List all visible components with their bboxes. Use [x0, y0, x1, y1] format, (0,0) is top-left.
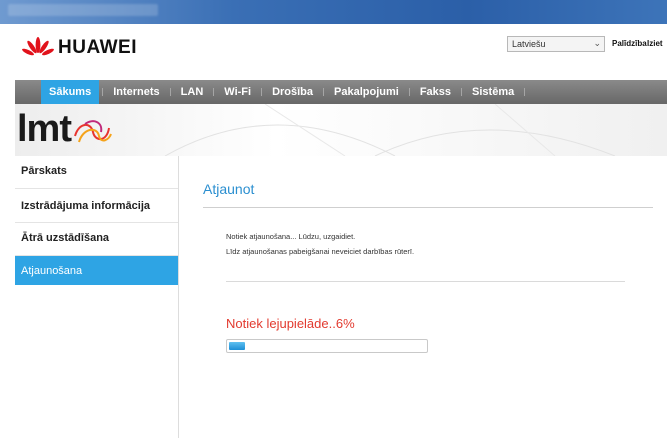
nav-tab-fax[interactable]: Fakss: [413, 80, 458, 104]
nav-divider: [261, 88, 263, 96]
sidebar-divider: [15, 188, 178, 189]
nav-tab-internet[interactable]: Internets: [106, 80, 166, 104]
download-status: Notiek lejupielāde..6%: [226, 316, 355, 331]
download-progress-bar: [226, 339, 428, 353]
main-nav: Sākums Internets LAN Wi-Fi Drošība Pakal…: [15, 80, 667, 104]
sidebar-item-update[interactable]: Atjaunošana: [15, 256, 178, 285]
nav-divider: [524, 88, 526, 96]
browser-titlebar: [0, 0, 667, 24]
section-divider: [226, 281, 625, 282]
lmt-ribbon-logo-icon: [74, 120, 112, 143]
exit-link[interactable]: Iziet: [647, 39, 663, 48]
main-content: Atjaunot Notiek atjaunošana... Lūdzu, uz…: [178, 156, 667, 438]
header: HUAWEI Latviešu ⌄ Palīdzība Iziet: [0, 24, 667, 72]
nav-tab-services[interactable]: Pakalpojumi: [327, 80, 406, 104]
language-selected-value: Latviešu: [512, 39, 546, 49]
sidebar: Pārskats Izstrādājuma informācija Ātrā u…: [15, 156, 179, 438]
nav-tab-lan[interactable]: LAN: [174, 80, 211, 104]
huawei-petal-logo-icon: [22, 37, 54, 56]
nav-divider: [408, 88, 410, 96]
chevron-down-icon: ⌄: [593, 38, 601, 48]
nav-divider: [169, 88, 171, 96]
update-message: Notiek atjaunošana... Lūdzu, uzgaidiet.: [226, 232, 356, 241]
nav-divider: [461, 88, 463, 96]
sidebar-item-quick-setup[interactable]: Ātrā uzstādīšana: [15, 223, 178, 253]
sidebar-item-product-info[interactable]: Izstrādājuma informācija: [15, 191, 178, 221]
page-title: Atjaunot: [203, 181, 255, 197]
nav-tab-home[interactable]: Sākums: [41, 80, 100, 104]
nav-divider: [102, 88, 104, 96]
lmt-logo-text: lmt: [17, 108, 72, 150]
help-link[interactable]: Palīdzība: [612, 39, 647, 48]
operator-banner: lmt: [15, 104, 667, 156]
progress-fill: [229, 342, 245, 350]
title-divider: [203, 207, 653, 208]
brand-name: HUAWEI: [58, 37, 137, 58]
nav-divider: [323, 88, 325, 96]
huawei-logo[interactable]: HUAWEI: [22, 36, 137, 60]
nav-divider: [213, 88, 215, 96]
nav-tab-security[interactable]: Drošība: [265, 80, 320, 104]
nav-tab-system[interactable]: Sistēma: [465, 80, 521, 104]
update-warning: Līdz atjaunošanas pabeigšanai neveiciet …: [226, 247, 415, 256]
sidebar-item-overview[interactable]: Pārskats: [15, 156, 178, 186]
language-select[interactable]: Latviešu ⌄: [507, 36, 605, 52]
nav-tab-wifi[interactable]: Wi-Fi: [217, 80, 258, 104]
titlebar-blurred-text: [8, 4, 158, 16]
lmt-logo: lmt: [17, 110, 113, 148]
